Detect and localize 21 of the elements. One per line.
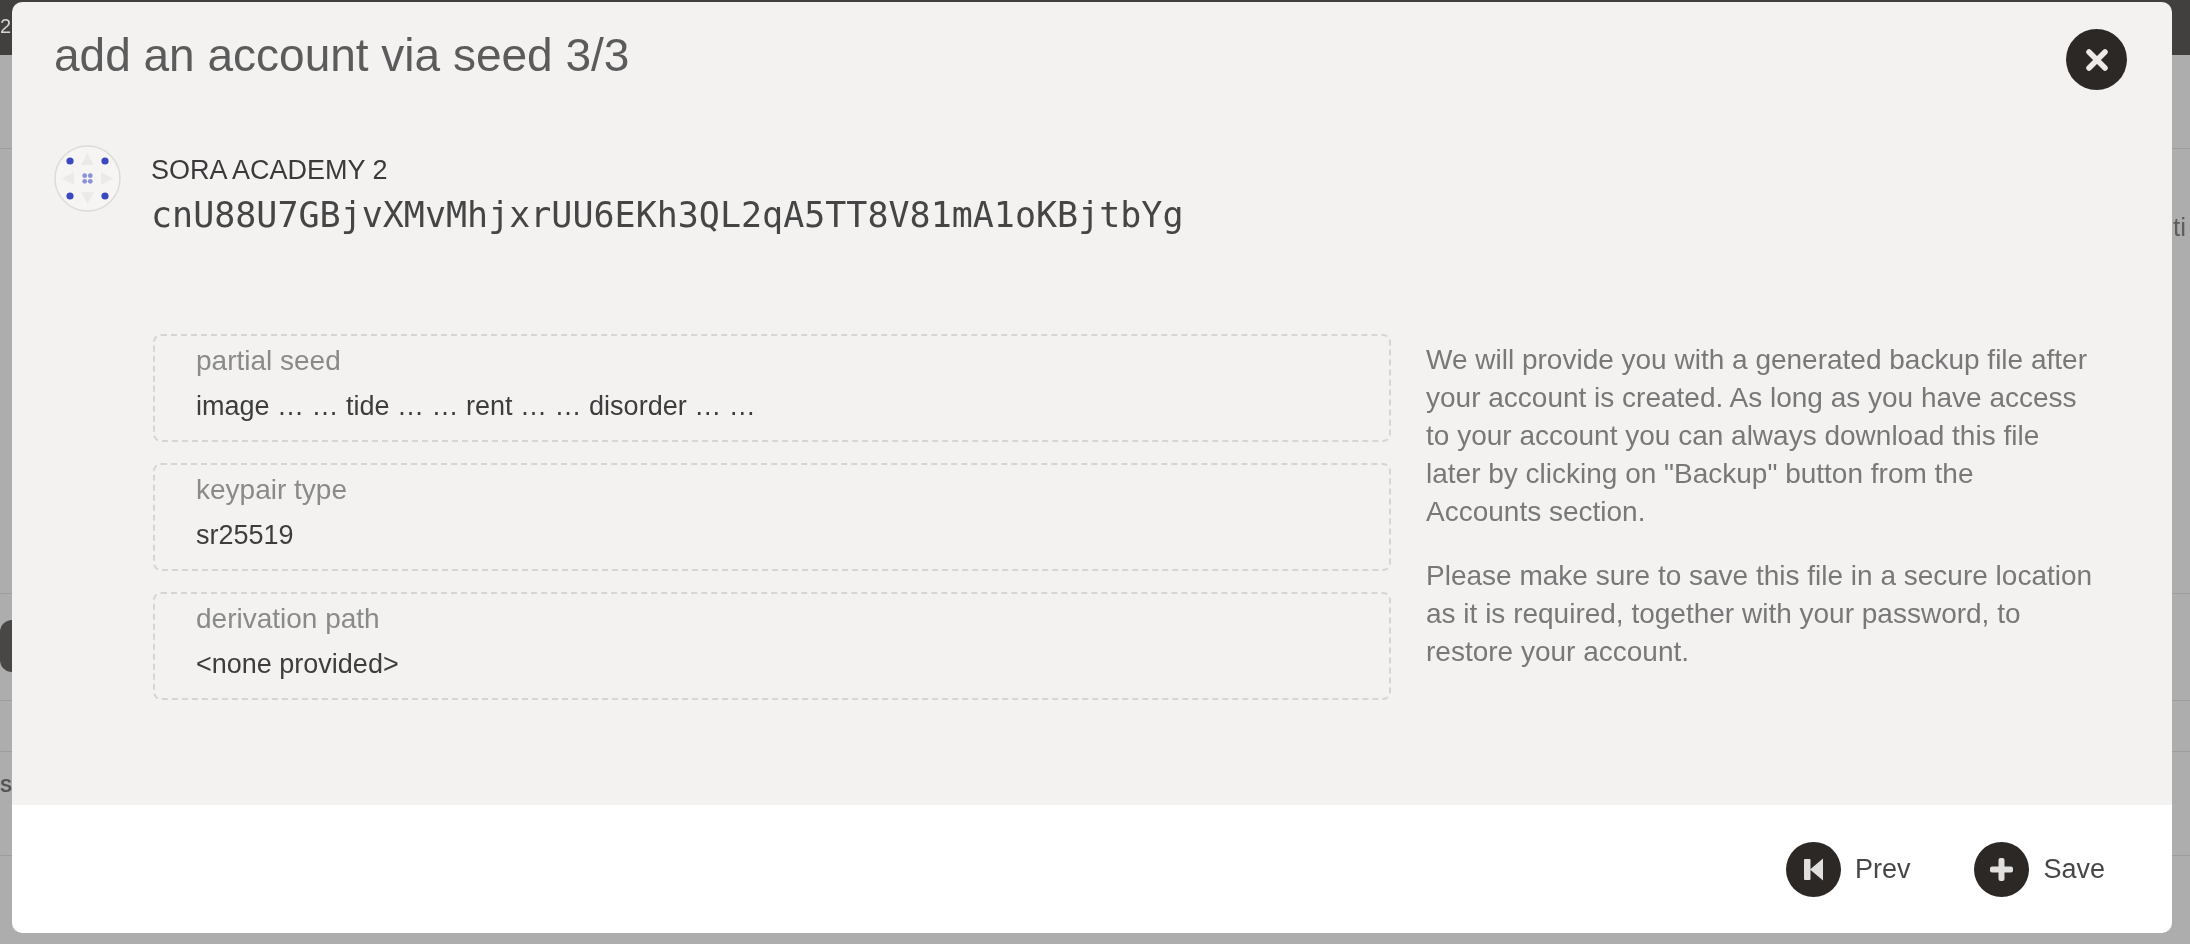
close-button[interactable] bbox=[2066, 29, 2127, 90]
dialog-title: add an account via seed 3/3 bbox=[54, 29, 630, 81]
account-address: cnU88U7GBjvXMvMhjxrUU6EKh3QL2qA5TT8V81mA1oKBjtbYg bbox=[151, 194, 1184, 236]
close-icon bbox=[2085, 48, 2108, 71]
skip-back-icon bbox=[1785, 841, 1841, 897]
text-fragment: S bbox=[0, 775, 12, 798]
field-label: partial seed bbox=[196, 344, 341, 378]
identicon-icon bbox=[54, 145, 121, 212]
text-fragment: ti bbox=[2173, 212, 2186, 242]
prev-button[interactable]: Prev bbox=[1785, 841, 1911, 897]
field-label: derivation path bbox=[196, 602, 380, 636]
field-value: image … … tide … … rent … … disorder … … bbox=[196, 390, 756, 423]
info-paragraph: We will provide you with a generated backup file after your account is created. As long as you have access to your account you can always download this file later by clicking on "Backup" button from the Accounts section. bbox=[1426, 343, 2088, 529]
plus-icon bbox=[1974, 841, 2030, 897]
text-fragment: 2 bbox=[0, 14, 12, 38]
info-paragraph: Please make sure to save this file in a secure location as it is required, together with your password, to restore your account. bbox=[1426, 559, 2094, 669]
field-value: sr25519 bbox=[196, 519, 294, 552]
field-value: <none provided> bbox=[196, 648, 399, 681]
field-label: keypair type bbox=[196, 473, 347, 507]
account-name: SORA ACADEMY 2 bbox=[151, 154, 388, 186]
save-button[interactable]: Save bbox=[1974, 841, 2105, 897]
